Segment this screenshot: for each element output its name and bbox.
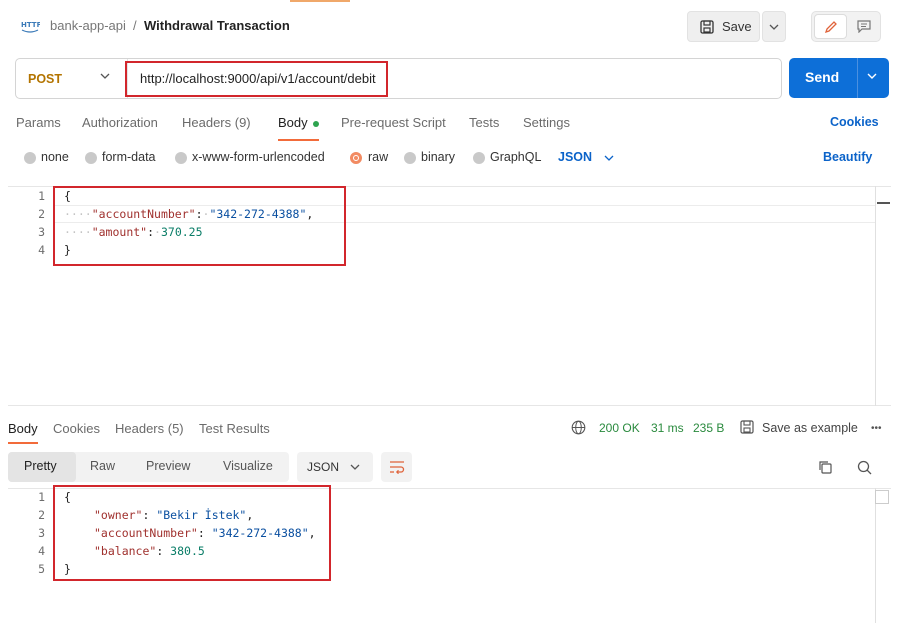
radio-label-form-data[interactable]: form-data <box>102 150 156 164</box>
radio-label-raw[interactable]: raw <box>368 150 388 164</box>
radio-label-graphql[interactable]: GraphQL <box>490 150 541 164</box>
response-format-select[interactable]: JSON <box>297 452 373 482</box>
radio-raw[interactable] <box>350 152 362 164</box>
comment-icon <box>857 20 871 33</box>
breadcrumb-separator: / <box>133 18 137 33</box>
save-icon <box>740 420 754 434</box>
tab-body-label: Body <box>278 115 308 130</box>
response-tab-headers[interactable]: Headers (5) <box>115 421 184 436</box>
save-button[interactable]: Save <box>687 11 760 42</box>
globe-icon[interactable] <box>571 420 586 435</box>
radio-x-www-form-urlencoded[interactable] <box>175 152 187 164</box>
http-request-icon: HTTP <box>21 21 40 33</box>
cookies-link[interactable]: Cookies <box>830 115 879 129</box>
line-number: 3 <box>38 225 45 239</box>
beautify-button[interactable]: Beautify <box>823 150 872 164</box>
line-number: 4 <box>38 544 45 558</box>
method-select[interactable]: POST <box>28 72 62 86</box>
url-input[interactable]: http://localhost:9000/api/v1/account/deb… <box>140 71 376 86</box>
svg-text:HTTP: HTTP <box>21 21 40 29</box>
wrap-text-icon <box>389 461 404 474</box>
tab-authorization[interactable]: Authorization <box>82 115 158 130</box>
request-title[interactable]: Withdrawal Transaction <box>144 18 290 33</box>
line-number: 3 <box>38 526 45 540</box>
status-code[interactable]: 200 OK <box>599 421 640 435</box>
editor-scrollbar[interactable] <box>875 186 891 406</box>
line-number: 2 <box>38 508 45 522</box>
tab-params[interactable]: Params <box>16 115 61 130</box>
tab-headers[interactable]: Headers (9) <box>182 115 251 130</box>
response-tab-test-results[interactable]: Test Results <box>199 421 270 436</box>
save-options-button[interactable] <box>762 11 786 42</box>
response-scrollbar[interactable] <box>875 488 891 623</box>
view-visualize[interactable]: Visualize <box>223 459 273 473</box>
view-preview[interactable]: Preview <box>146 459 190 473</box>
scrollbar-marker <box>877 202 890 204</box>
radio-label-none[interactable]: none <box>41 150 69 164</box>
breadcrumb-collection[interactable]: bank-app-api <box>50 18 126 33</box>
radio-form-data[interactable] <box>85 152 97 164</box>
active-response-tab-indicator <box>8 442 38 444</box>
raw-format-select[interactable]: JSON <box>558 150 592 164</box>
save-as-example-button[interactable]: Save as example <box>762 421 858 435</box>
radio-label-x-www-form-urlencoded[interactable]: x-www-form-urlencoded <box>192 150 325 164</box>
response-size[interactable]: 235 B <box>693 421 724 435</box>
save-label: Save <box>722 19 752 34</box>
more-options-button[interactable]: ••• <box>871 423 882 434</box>
tab-tests[interactable]: Tests <box>469 115 499 130</box>
response-tab-body[interactable]: Body <box>8 421 38 436</box>
line-number: 1 <box>38 490 45 504</box>
pencil-icon <box>824 20 837 33</box>
view-mode-toggle <box>811 11 881 42</box>
documentation-mode-button[interactable] <box>849 14 879 39</box>
edit-mode-button[interactable] <box>814 14 847 39</box>
tab-pre-request-script[interactable]: Pre-request Script <box>341 115 446 130</box>
send-button[interactable]: Send <box>789 58 889 98</box>
divider <box>857 58 858 98</box>
line-number: 2 <box>38 207 45 221</box>
response-view-switcher: Pretty Raw Preview Visualize <box>8 452 289 482</box>
tab-body[interactable]: Body <box>278 115 319 130</box>
scrollbar-corner <box>875 490 889 504</box>
response-format-label: JSON <box>307 460 340 474</box>
tab-settings[interactable]: Settings <box>523 115 570 130</box>
line-number: 4 <box>38 243 45 257</box>
body-indicator-dot <box>312 120 319 127</box>
radio-label-binary[interactable]: binary <box>421 150 455 164</box>
line-number: 5 <box>38 562 45 576</box>
request-body-annotation-box <box>53 186 346 266</box>
response-body-annotation-box <box>53 485 331 581</box>
send-label: Send <box>805 69 840 85</box>
view-raw[interactable]: Raw <box>90 459 115 473</box>
view-pretty[interactable]: Pretty <box>24 459 57 473</box>
radio-binary[interactable] <box>404 152 416 164</box>
chevron-down-icon <box>769 24 779 30</box>
radio-none[interactable] <box>24 152 36 164</box>
top-accent-line <box>290 0 350 2</box>
chevron-down-icon[interactable] <box>867 73 877 79</box>
wrap-lines-button[interactable] <box>381 452 412 482</box>
search-icon[interactable] <box>857 460 872 475</box>
active-tab-indicator <box>278 139 319 141</box>
radio-graphql[interactable] <box>473 152 485 164</box>
response-time[interactable]: 31 ms <box>651 421 684 435</box>
line-number: 1 <box>38 189 45 203</box>
chevron-down-icon <box>350 464 360 470</box>
chevron-down-icon[interactable] <box>604 155 614 161</box>
chevron-down-icon[interactable] <box>100 73 110 79</box>
copy-icon[interactable] <box>818 460 833 475</box>
save-icon <box>700 19 714 34</box>
response-tab-cookies[interactable]: Cookies <box>53 421 100 436</box>
